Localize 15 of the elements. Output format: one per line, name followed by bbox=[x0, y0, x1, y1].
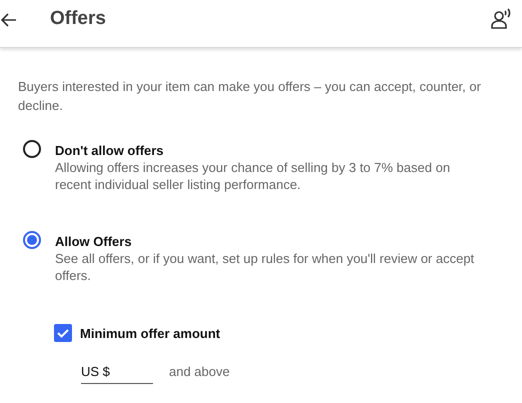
option-label: Allow Offers bbox=[55, 233, 133, 250]
amount-field[interactable]: US $ bbox=[81, 364, 153, 384]
checkbox[interactable] bbox=[54, 324, 72, 342]
radio-button[interactable] bbox=[23, 231, 41, 249]
back-arrow-icon[interactable] bbox=[1, 12, 17, 26]
currency-prefix: US $ bbox=[81, 364, 110, 379]
intro-text: Buyers interested in your item can make you offers – you can accept, counter, or decline. bbox=[18, 78, 482, 115]
checkbox-label: Minimum offer amount bbox=[80, 326, 220, 340]
person-speaking-icon[interactable] bbox=[490, 8, 512, 30]
suffix-text: and above bbox=[169, 364, 230, 381]
option-description: Allowing offers increases your chance of selling by 3 to 7% based on recent individual seller listing performance. bbox=[55, 159, 452, 193]
page-title: Offers bbox=[50, 8, 106, 30]
option-description: See all offers, or if you want, set up rules for when you'll review or accept offers. bbox=[55, 250, 476, 284]
option-label: Don't allow offers bbox=[55, 142, 165, 159]
radio-button[interactable] bbox=[23, 140, 41, 158]
